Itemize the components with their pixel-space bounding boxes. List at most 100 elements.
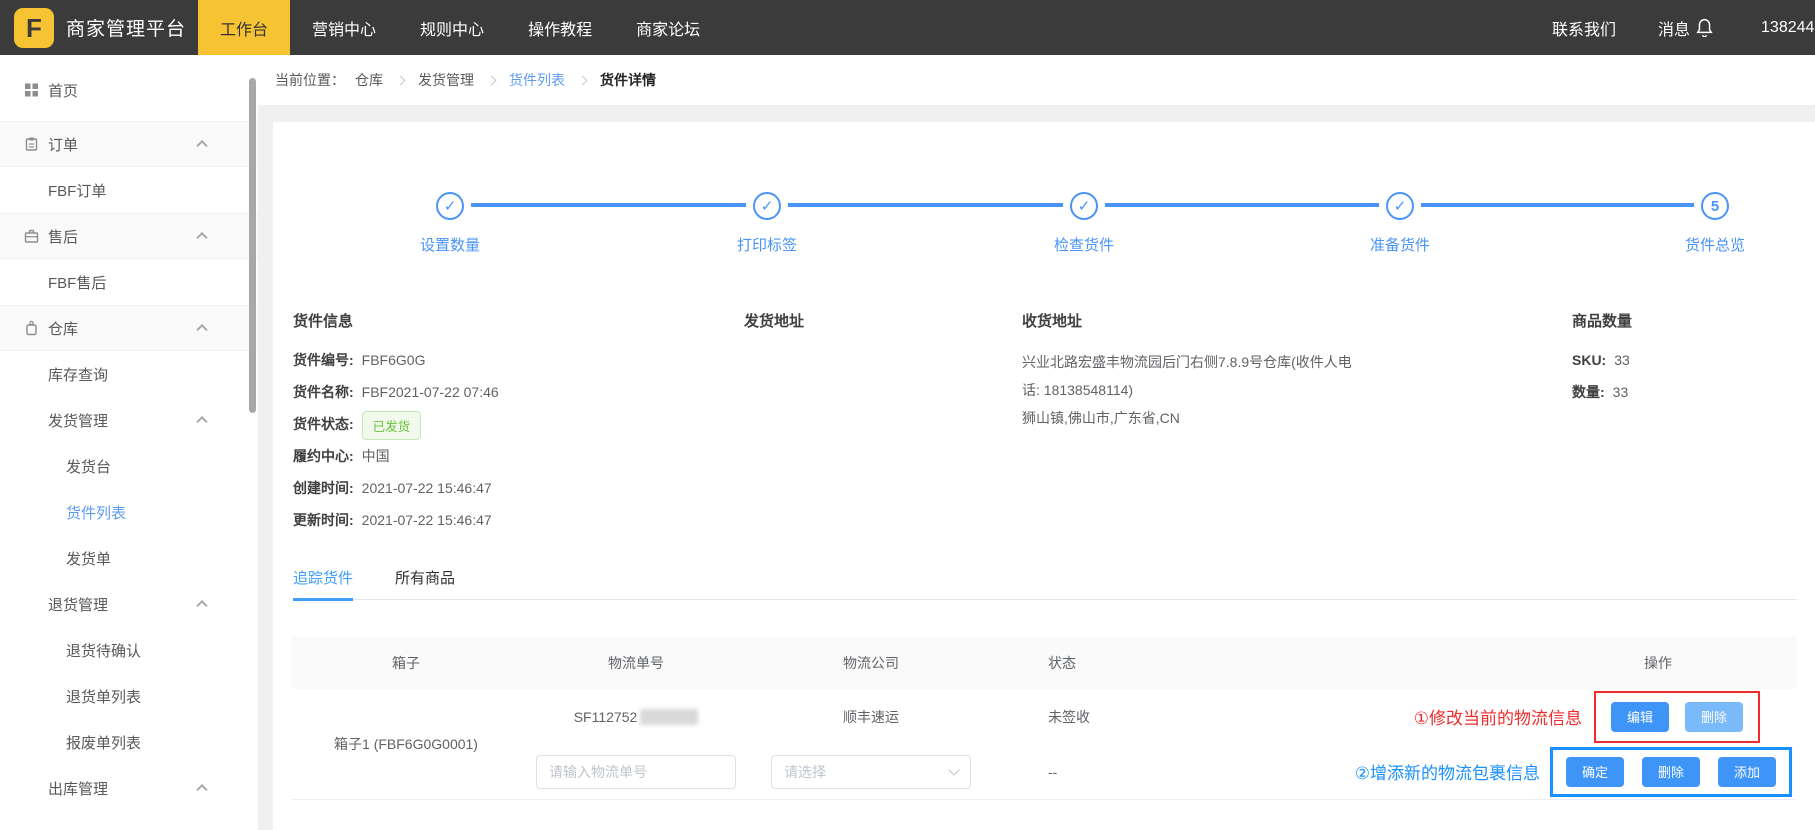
sidebar-group-outbound-mgmt[interactable]: 出库管理 — [0, 765, 258, 811]
sidebar-scrollbar[interactable] — [249, 78, 256, 413]
sidebar-item-home[interactable]: 首页 — [0, 67, 258, 113]
breadcrumb-current-page: 货件详情 — [600, 70, 656, 90]
col-header-status: 状态 — [991, 653, 1171, 673]
product-quantity-section: 商品数量 SKU:33 数量:33 — [1572, 310, 1632, 408]
sidebar-group-warehouse[interactable]: 仓库 — [0, 305, 258, 351]
chevron-right-icon — [396, 75, 406, 85]
step-label-shipment-overview: 货件总览 — [1645, 234, 1785, 255]
breadcrumb-shipping-mgmt[interactable]: 发货管理 — [418, 70, 474, 90]
breadcrumb-shipment-list[interactable]: 货件列表 — [509, 70, 565, 90]
status-cell: 未签收 — [991, 707, 1171, 727]
brand-logo: F — [14, 8, 54, 48]
ship-to-address: 兴业北路宏盛丰物流园后门右侧7.8.9号仓库(收件人电话: 1813854811… — [1022, 348, 1362, 432]
table-header: 箱子 物流单号 物流公司 状态 操作 — [291, 637, 1797, 689]
col-header-box: 箱子 — [291, 653, 521, 673]
sidebar-item-shipment-list[interactable]: 货件列表 — [0, 489, 258, 535]
tracking-number-input[interactable] — [536, 755, 736, 789]
bell-icon — [1696, 18, 1713, 37]
aftersale-briefcase-icon — [24, 229, 39, 244]
annotation-add-package: ②增添新的物流包裹信息 — [1355, 759, 1540, 784]
sku-row: SKU:33 — [1572, 344, 1632, 376]
delete-button[interactable]: 删除 — [1685, 702, 1743, 732]
logistics-company-select[interactable]: 请选择 — [771, 755, 971, 789]
add-button[interactable]: 添加 — [1718, 757, 1776, 787]
logistics-company-cell: 顺丰速运 — [751, 707, 991, 727]
step-connector — [1105, 203, 1379, 207]
shipment-info-section: 货件信息 货件编号:FBF6G0G 货件名称:FBF2021-07-22 07:… — [293, 310, 499, 536]
col-header-tracking-no: 物流单号 — [521, 653, 751, 673]
tab-track-shipment[interactable]: 追踪货件 — [293, 560, 353, 599]
contact-us-link[interactable]: 联系我们 — [1552, 16, 1616, 40]
breadcrumb-prefix: 当前位置： — [275, 70, 345, 90]
chevron-up-icon — [196, 324, 207, 335]
messages-link[interactable]: 消息 — [1658, 16, 1713, 40]
product-quantity-title: 商品数量 — [1572, 310, 1632, 344]
navbar-right: 联系我们 消息 138244 — [1552, 0, 1814, 55]
step-label-set-quantity: 设置数量 — [380, 234, 520, 255]
shipment-info-title: 货件信息 — [293, 310, 499, 344]
chevron-right-icon — [487, 75, 497, 85]
tab-all-products[interactable]: 所有商品 — [395, 560, 455, 599]
ship-from-title: 发货地址 — [744, 310, 804, 344]
col-header-logistics-company: 物流公司 — [751, 653, 991, 673]
shipment-name-row: 货件名称:FBF2021-07-22 07:46 — [293, 376, 499, 408]
brand-logo-letter: F — [26, 13, 42, 44]
main-menu: 工作台 营销中心 规则中心 操作教程 商家论坛 — [198, 0, 722, 55]
breadcrumb-warehouse[interactable]: 仓库 — [355, 70, 383, 90]
chevron-up-icon — [196, 600, 207, 611]
nav-item-rules[interactable]: 规则中心 — [398, 0, 506, 55]
existing-package-subrow: SF112752 顺丰速运 未签收 ①修改当前的物流信息 编辑 删除 — [521, 689, 1797, 744]
nav-item-marketing[interactable]: 营销中心 — [290, 0, 398, 55]
sidebar-item-shipping-desk[interactable]: 发货台 — [0, 443, 258, 489]
delete-new-button[interactable]: 删除 — [1642, 757, 1700, 787]
account-phone[interactable]: 138244 — [1761, 19, 1814, 37]
sidebar-nav: 首页 订单 FBF订单 售后 FBF售后 仓库 库存查询 发货管理 发货台 — [0, 55, 258, 830]
step-check-icon: ✓ — [753, 192, 781, 220]
confirm-button[interactable]: 确定 — [1566, 757, 1624, 787]
created-time-row: 创建时间:2021-07-22 15:46:47 — [293, 472, 499, 504]
fulfillment-center-row: 履约中心:中国 — [293, 440, 499, 472]
sidebar-item-return-pending[interactable]: 退货待确认 — [0, 627, 258, 673]
col-header-actions: 操作 — [1171, 653, 1797, 673]
step-connector — [471, 203, 746, 207]
status-badge: 已发货 — [362, 411, 422, 440]
box-cell: 箱子1 (FBF6G0G0001) — [291, 689, 521, 799]
step-label-prepare-shipment: 准备货件 — [1330, 234, 1470, 255]
chevron-up-icon — [196, 416, 207, 427]
top-navbar: F 商家管理平台 工作台 营销中心 规则中心 操作教程 商家论坛 联系我们 消息… — [0, 0, 1815, 55]
brand-title: 商家管理平台 — [66, 0, 186, 55]
order-clipboard-icon — [24, 137, 39, 152]
nav-item-tutorial[interactable]: 操作教程 — [506, 0, 614, 55]
nav-item-forum[interactable]: 商家论坛 — [614, 0, 722, 55]
chevron-up-icon — [196, 140, 207, 151]
step-check-icon: ✓ — [436, 192, 464, 220]
sidebar-group-shipping-mgmt[interactable]: 发货管理 — [0, 397, 258, 443]
tracking-table: 箱子 物流单号 物流公司 状态 操作 箱子1 (FBF6G0G0001) SF1… — [291, 637, 1797, 800]
nav-item-workbench[interactable]: 工作台 — [198, 0, 290, 55]
detail-tabs: 追踪货件 所有商品 — [293, 560, 1797, 600]
sidebar-group-aftersale[interactable]: 售后 — [0, 213, 258, 259]
sidebar-item-fbf-orders[interactable]: FBF订单 — [0, 167, 258, 213]
sidebar-group-orders[interactable]: 订单 — [0, 121, 258, 167]
redacted-tracking-digits — [640, 709, 698, 725]
sidebar-group-return-mgmt[interactable]: 退货管理 — [0, 581, 258, 627]
step-label-print-labels: 打印标签 — [697, 234, 837, 255]
step-check-icon: ✓ — [1386, 192, 1414, 220]
step-check-icon: ✓ — [1070, 192, 1098, 220]
sidebar-item-scrap-list[interactable]: 报废单列表 — [0, 719, 258, 765]
shipment-status-row: 货件状态:已发货 — [293, 408, 499, 440]
messages-label: 消息 — [1658, 16, 1690, 40]
new-package-subrow: 请选择 -- ②增添新的物流包裹信息 确定 删除 添加 — [521, 744, 1797, 799]
sidebar-item-fbf-aftersale[interactable]: FBF售后 — [0, 259, 258, 305]
edit-button[interactable]: 编辑 — [1611, 702, 1669, 732]
qty-row: 数量:33 — [1572, 376, 1632, 408]
sidebar-item-return-list[interactable]: 退货单列表 — [0, 673, 258, 719]
sidebar-item-inventory-query[interactable]: 库存查询 — [0, 351, 258, 397]
table-row: 箱子1 (FBF6G0G0001) SF112752 顺丰速运 未签收 ①修改当… — [291, 689, 1797, 800]
step-number-badge: 5 — [1701, 192, 1729, 220]
updated-time-row: 更新时间:2021-07-22 15:46:47 — [293, 504, 499, 536]
sidebar-item-shipping-order[interactable]: 发货单 — [0, 535, 258, 581]
step-connector — [1421, 203, 1694, 207]
tracking-number-cell: SF112752 — [521, 709, 751, 725]
step-connector — [788, 203, 1063, 207]
